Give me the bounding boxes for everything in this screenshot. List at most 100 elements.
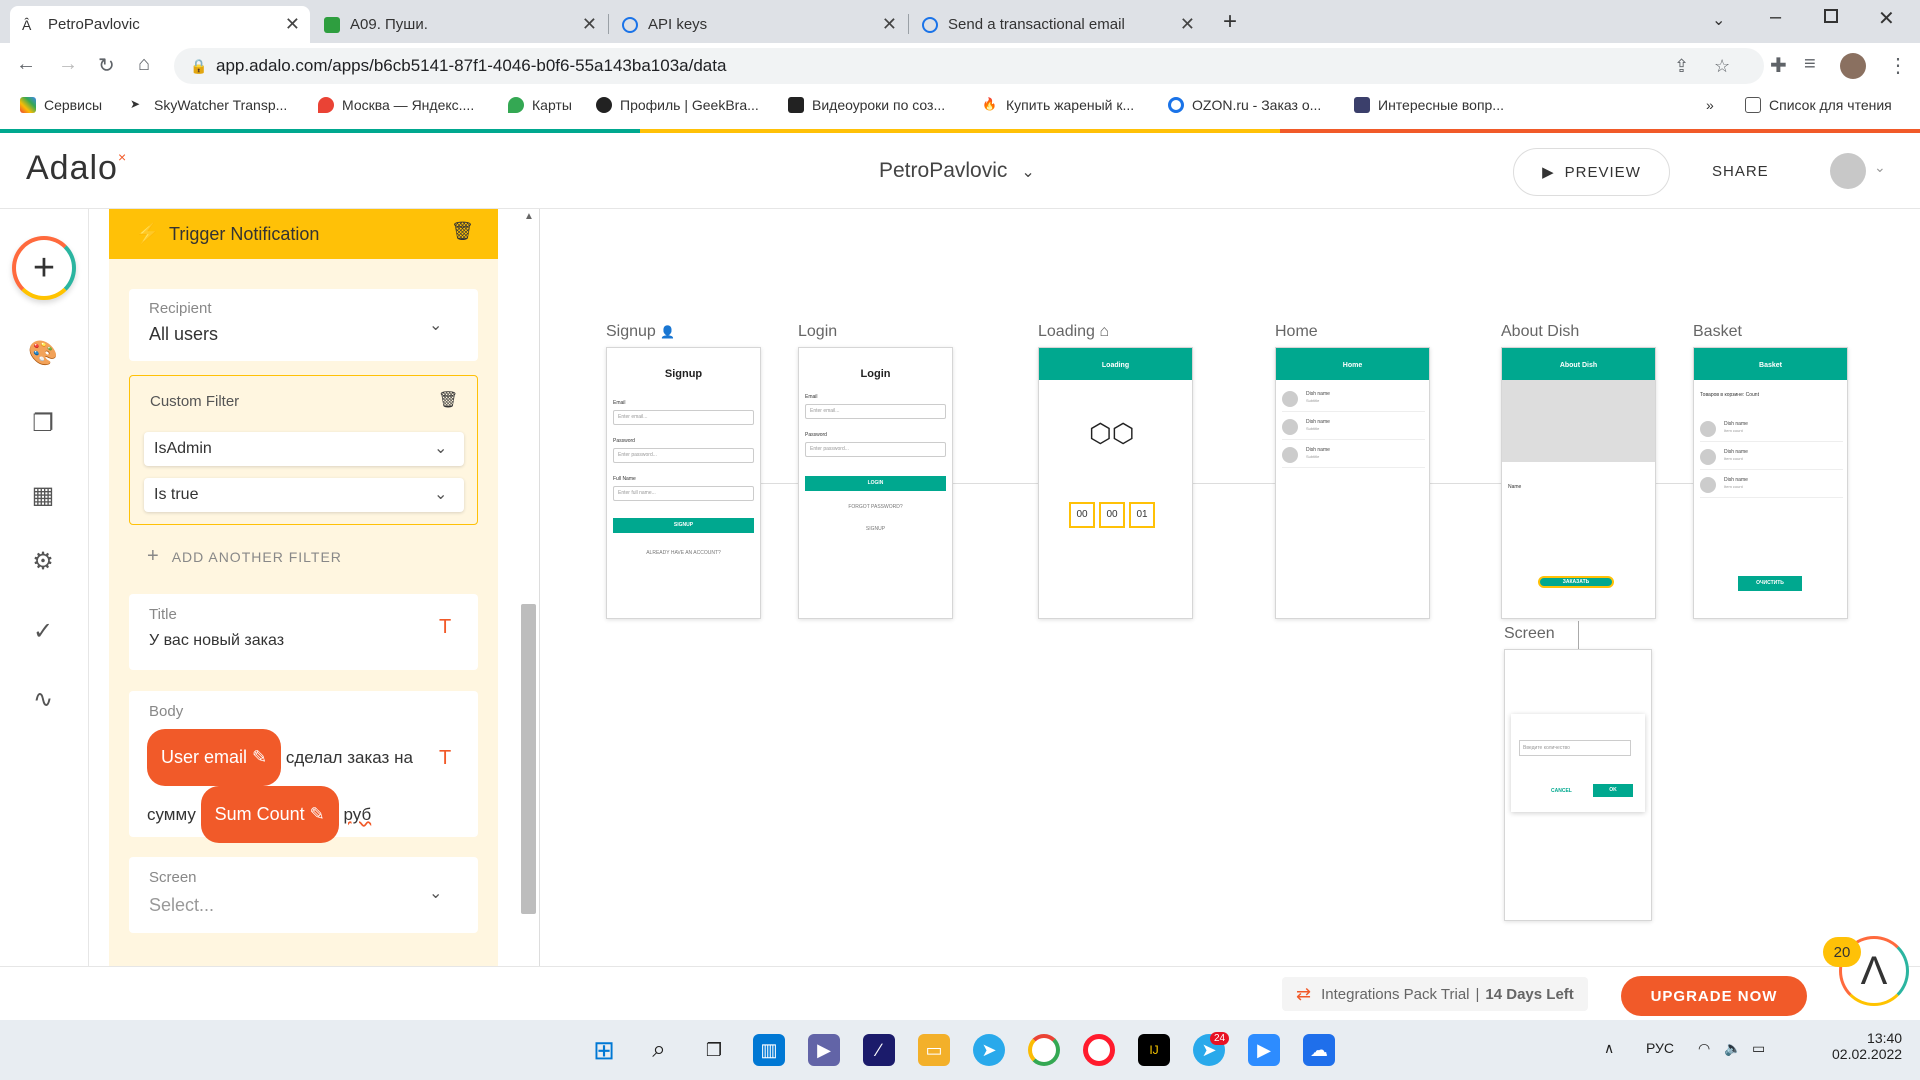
screen-label-loading[interactable]: Loading ⌂ <box>1038 323 1109 341</box>
share-button[interactable]: SHARE <box>1712 163 1769 180</box>
fullname-input[interactable]: Enter full name... <box>613 486 754 501</box>
integrations-trial-banner[interactable]: ⇄ Integrations Pack Trial | 14 Days Left <box>1282 977 1588 1011</box>
trash-icon[interactable]: 🗑 <box>451 221 474 242</box>
screen-label-login[interactable]: Login <box>798 323 837 341</box>
search-icon[interactable]: ⌕ <box>643 1034 675 1066</box>
telegram-icon[interactable]: ➤ <box>973 1034 1005 1066</box>
tab-transactional-email[interactable]: Send a transactional email ✕ <box>910 6 1205 43</box>
browser-menu-icon[interactable]: ⋮ <box>1888 53 1908 78</box>
window-close-button[interactable]: ✕ <box>1878 6 1895 31</box>
email-input[interactable]: Enter email... <box>805 404 946 419</box>
profile-avatar[interactable] <box>1840 53 1866 79</box>
clear-button[interactable]: ОЧИСТИТЬ <box>1738 576 1802 591</box>
builder-canvas[interactable]: Signup 👤 Signup Email Enter email... Pas… <box>541 209 1920 966</box>
list-item[interactable]: Dish name Item count <box>1700 416 1843 442</box>
bookmark-fried-chicken[interactable]: 🔥 Купить жареный к... <box>982 97 1134 113</box>
wifi-icon[interactable]: ◠ <box>1698 1040 1710 1057</box>
chrome-icon[interactable] <box>1028 1034 1060 1066</box>
visual-studio-icon[interactable]: ∕ <box>863 1034 895 1066</box>
password-input[interactable]: Enter password... <box>805 442 946 457</box>
extensions-icon[interactable]: ✚ <box>1770 53 1787 78</box>
add-component-button[interactable]: + <box>12 236 76 300</box>
bookmark-interesting-questions[interactable]: Интересные вопр... <box>1354 97 1504 113</box>
bookmark-ozon[interactable]: OZON.ru - Заказ о... <box>1168 97 1321 113</box>
opera-icon[interactable] <box>1083 1034 1115 1066</box>
restore-button[interactable] <box>1824 9 1838 23</box>
filter-condition-select[interactable]: Is true ⌄ <box>144 478 464 512</box>
screen-login[interactable]: Login Email Enter email... Password Ente… <box>798 347 953 619</box>
analytics-icon[interactable]: ∿ <box>27 683 59 715</box>
media-icon[interactable]: ≡ <box>1804 53 1816 76</box>
database-icon[interactable]: ▦ <box>27 479 59 511</box>
ok-button[interactable]: OK <box>1593 784 1633 797</box>
clock[interactable]: 13:40 02.02.2022 <box>1832 1030 1902 1062</box>
quantity-input[interactable]: Введите количество <box>1519 740 1631 756</box>
close-tab-icon[interactable]: ✕ <box>582 14 597 35</box>
signup-button[interactable]: SIGNUP <box>613 518 754 533</box>
close-tab-icon[interactable]: ✕ <box>1180 14 1195 35</box>
list-item[interactable]: Dish name Subtitle <box>1282 414 1425 440</box>
bookmark-geekbrains[interactable]: Профиль | GeekBra... <box>596 97 759 113</box>
screen-label-screen[interactable]: Screen <box>1504 625 1555 643</box>
order-button[interactable]: ЗАКАЗАТЬ <box>1538 576 1614 588</box>
user-email-chip[interactable]: User email ✎ <box>147 729 282 786</box>
gear-icon[interactable]: ⚙ <box>27 545 59 577</box>
list-item[interactable]: Dish name Subtitle <box>1282 442 1425 468</box>
screens-icon[interactable]: ❐ <box>27 407 59 439</box>
reading-list[interactable]: Список для чтения <box>1745 97 1892 113</box>
screen-signup[interactable]: Signup Email Enter email... Password Ent… <box>606 347 761 619</box>
screen-basket[interactable]: Basket Товаров в корзине: Count Dish nam… <box>1693 347 1848 619</box>
teams-icon[interactable]: ▶ <box>808 1034 840 1066</box>
show-hidden-icons[interactable]: ∧ <box>1604 1040 1614 1057</box>
magic-text-icon[interactable]: T <box>439 616 451 639</box>
screen-loading[interactable]: Loading ⬡⬡ 00 00 01 <box>1038 347 1193 619</box>
input-language[interactable]: РУС <box>1646 1040 1674 1056</box>
jetbrains-icon[interactable]: IJ <box>1138 1034 1170 1066</box>
recipient-select[interactable]: Recipient All users ⌄ <box>129 289 478 361</box>
screen-select[interactable]: Screen Select... ⌄ <box>129 857 478 933</box>
user-avatar-icon[interactable] <box>1830 153 1866 189</box>
bookmark-skywatcher[interactable]: ➤ SkyWatcher Transp... <box>130 97 287 113</box>
screen-about-dish[interactable]: About Dish Name ЗАКАЗАТЬ <box>1501 347 1656 619</box>
trigger-notification-header[interactable]: ⚡ Trigger Notification 🗑 <box>109 209 498 259</box>
more-bookmarks-icon[interactable]: » <box>1706 97 1714 113</box>
tab-pushes[interactable]: A09. Пуши. ✕ <box>312 6 607 43</box>
home-icon[interactable]: ⌂ <box>138 53 150 76</box>
cancel-button[interactable]: CANCEL <box>1551 788 1572 794</box>
battery-icon[interactable]: ▭ <box>1752 1040 1765 1057</box>
new-tab-button[interactable]: + <box>1223 8 1237 36</box>
bookmark-maps[interactable]: Карты <box>508 97 572 113</box>
password-input[interactable]: Enter password... <box>613 448 754 463</box>
list-item[interactable]: Dish name Subtitle <box>1282 386 1425 412</box>
zoom-icon[interactable]: ▶ <box>1248 1034 1280 1066</box>
tab-search-icon[interactable]: ⌄ <box>1712 10 1725 30</box>
widgets-icon[interactable]: ▥ <box>753 1034 785 1066</box>
screen-label-about-dish[interactable]: About Dish <box>1501 323 1579 341</box>
minimize-button[interactable]: – <box>1770 6 1781 29</box>
adalo-logo[interactable]: Adalo× <box>26 149 127 188</box>
publish-check-icon[interactable]: ✓ <box>27 615 59 647</box>
screen-label-signup[interactable]: Signup 👤 <box>606 323 675 341</box>
magic-text-icon[interactable]: T <box>439 747 451 770</box>
back-icon[interactable]: ← <box>16 53 36 76</box>
login-link[interactable]: ALREADY HAVE AN ACCOUNT? <box>607 550 760 556</box>
app-name-dropdown[interactable]: PetroPavlovic ⌄ <box>879 159 1035 183</box>
preview-button[interactable]: ▶ PREVIEW <box>1513 148 1670 196</box>
forgot-password-link[interactable]: FORGOT PASSWORD? <box>799 504 952 510</box>
cloud-app-icon[interactable]: ☁ <box>1303 1034 1335 1066</box>
tab-api-keys[interactable]: API keys ✕ <box>610 6 907 43</box>
task-view-icon[interactable]: ❐ <box>698 1034 730 1066</box>
signup-link[interactable]: SIGNUP <box>799 526 952 532</box>
screen-label-basket[interactable]: Basket <box>1693 323 1742 341</box>
reload-icon[interactable]: ↻ <box>98 53 115 78</box>
title-field[interactable]: Title У вас новый заказ T <box>129 594 478 670</box>
windows-start-icon[interactable]: ⊞ <box>588 1034 620 1066</box>
scroll-up-icon[interactable]: ▲ <box>524 211 534 222</box>
share-page-icon[interactable]: ⇪ <box>1674 48 1689 84</box>
chevron-down-icon[interactable]: ⌄ <box>1874 159 1886 176</box>
palette-icon[interactable]: 🎨 <box>27 337 59 369</box>
login-button[interactable]: LOGIN <box>805 476 946 491</box>
forward-icon[interactable]: → <box>58 53 78 76</box>
list-item[interactable]: Dish name Item count <box>1700 472 1843 498</box>
screen-label-home[interactable]: Home <box>1275 323 1318 341</box>
